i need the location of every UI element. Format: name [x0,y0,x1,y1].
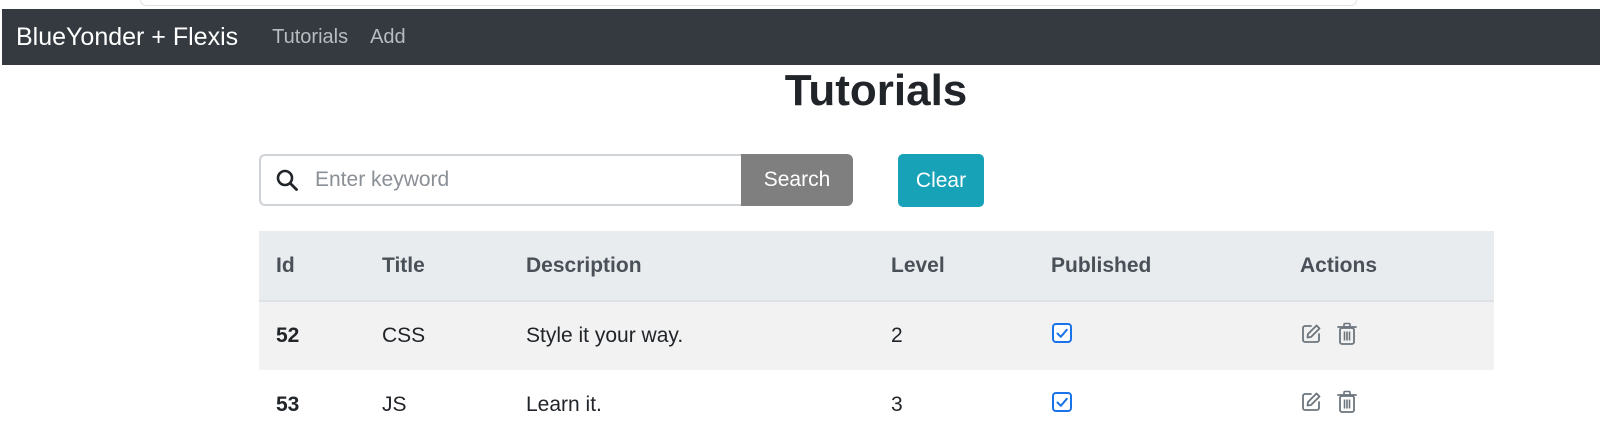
page-title: Tutorials [784,66,968,115]
edit-icon[interactable] [1300,391,1322,413]
checkbox-checked-icon [1052,323,1072,343]
browser-top-strip [0,0,1600,8]
edit-icon[interactable] [1300,323,1322,345]
search-box[interactable] [259,154,741,206]
table-row: 52 CSS Style it your way. 2 [259,301,1494,370]
cell-description: Learn it. [526,392,602,416]
search-group: Search [259,154,855,206]
cell-published [1034,301,1283,370]
trash-icon[interactable] [1336,390,1358,414]
header-description: Description [509,231,874,302]
header-level: Level [874,231,1034,302]
cell-description: Style it your way. [526,324,684,347]
clear-button[interactable]: Clear [898,154,984,207]
cell-actions [1283,370,1494,439]
checkbox-checked-icon [1052,391,1072,412]
header-title: Title [365,231,509,302]
cell-published [1034,370,1283,439]
cell-id: 52 [276,324,300,347]
address-bar-edge [140,0,1357,6]
table-header-row: Id Title Description Level Published Act… [259,231,1494,302]
nav-link-add[interactable]: Add [370,26,406,49]
cell-title: CSS [382,324,426,347]
cell-level: 2 [891,324,903,347]
header-published: Published [1034,231,1283,302]
navbar-brand[interactable]: BlueYonder + Flexis [16,23,238,52]
cell-title: JS [382,392,407,416]
search-icon [276,169,298,191]
navbar: BlueYonder + Flexis Tutorials Add [2,9,1600,65]
trash-icon[interactable] [1336,322,1358,346]
search-input[interactable] [313,167,717,193]
cell-id: 53 [276,392,300,416]
nav-link-tutorials[interactable]: Tutorials [272,26,348,49]
header-id: Id [259,231,365,302]
cell-level: 3 [891,392,903,416]
tutorials-table: Id Title Description Level Published Act… [259,231,1494,439]
search-button[interactable]: Search [741,154,853,206]
table-row: 53 JS Learn it. 3 [259,370,1494,439]
cell-actions [1283,301,1494,370]
header-actions: Actions [1283,231,1494,302]
